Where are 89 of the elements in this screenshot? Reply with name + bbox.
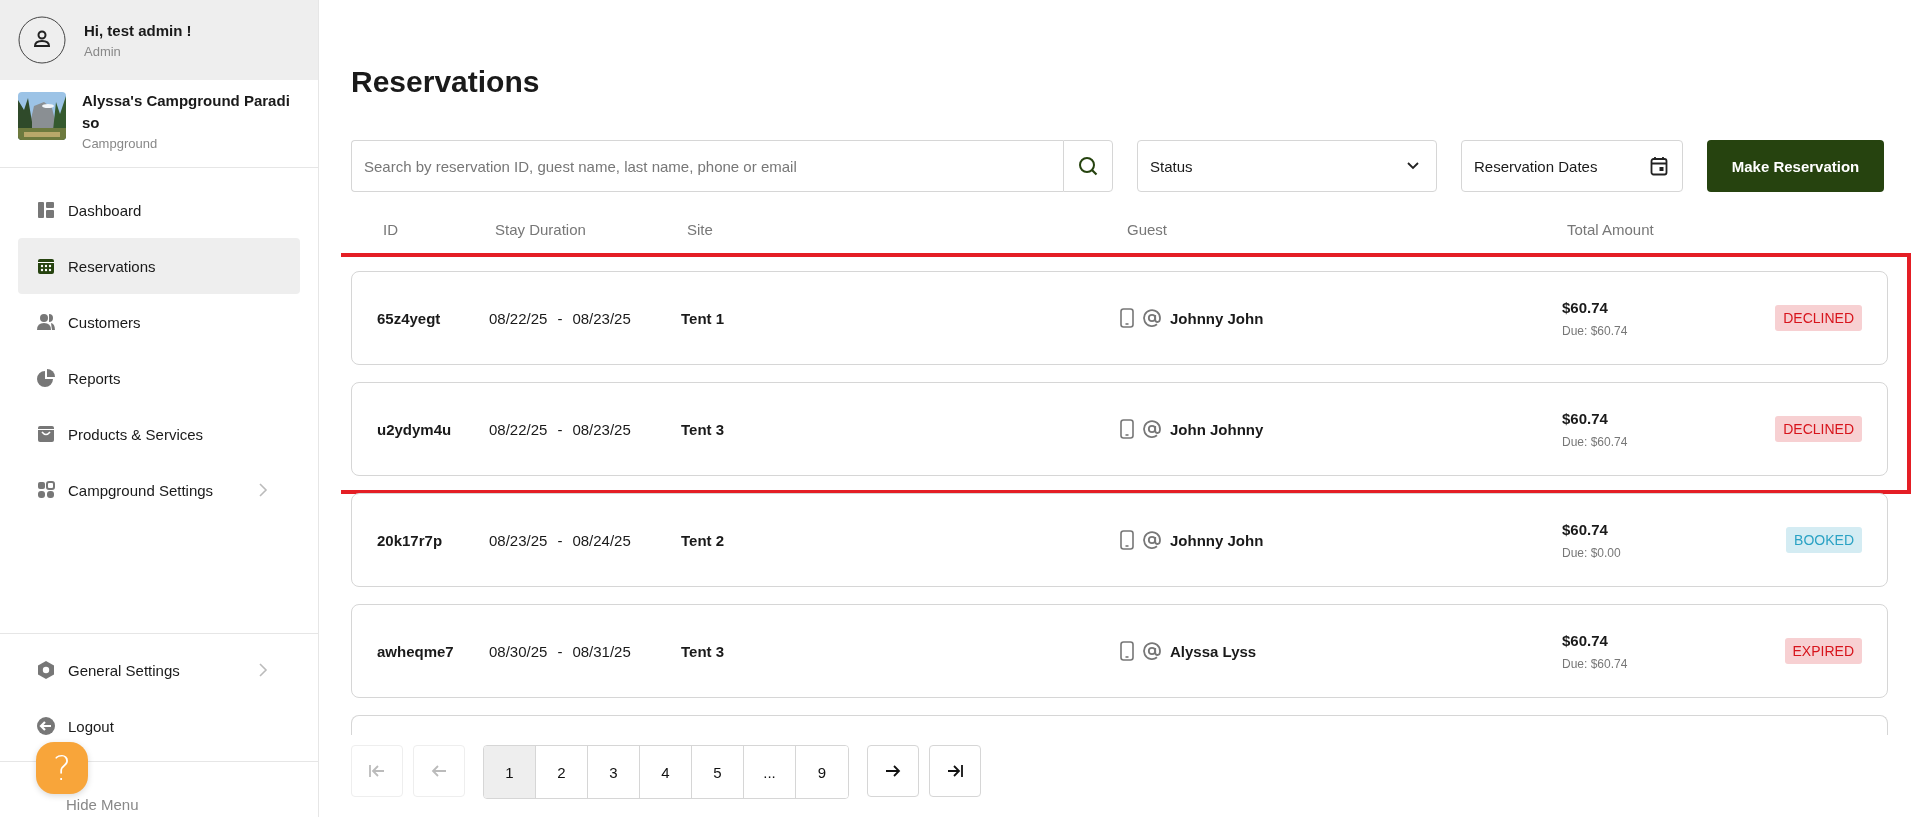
nav-item[interactable]: General Settings	[18, 642, 300, 698]
end-date: 08/23/25	[572, 309, 631, 327]
reservation-id: awheqme7	[377, 642, 454, 660]
start-date: 08/30/25	[489, 642, 548, 660]
amount-due: Due: $60.74	[1562, 434, 1628, 449]
start-date: 08/23/25	[489, 531, 548, 549]
dashboard-icon	[36, 200, 56, 220]
start-date: 08/22/25	[489, 309, 548, 327]
calendar-icon	[36, 256, 56, 276]
date-picker[interactable]: Reservation Dates	[1461, 140, 1683, 192]
site-name: Tent 3	[681, 642, 725, 660]
user-greeting: Hi, test admin !	[84, 21, 192, 39]
column-header: Stay Duration	[495, 221, 586, 238]
email-icon[interactable]	[1142, 308, 1162, 328]
status-badge: EXPIRED	[1784, 638, 1862, 664]
amount-due: Due: $0.00	[1562, 545, 1621, 560]
campground-type: Campground	[82, 136, 159, 151]
user-role: Admin	[84, 43, 122, 59]
date-separator: -	[557, 420, 563, 438]
last-page-button[interactable]	[929, 745, 981, 797]
column-header: Site	[687, 221, 713, 238]
phone-icon[interactable]	[1120, 530, 1134, 550]
avatar-icon[interactable]	[18, 16, 66, 64]
nav-item[interactable]: Campground Settings	[18, 462, 300, 518]
amount-due: Due: $60.74	[1562, 656, 1628, 671]
column-header: Total Amount	[1567, 221, 1654, 238]
amount-due: Due: $60.74	[1562, 323, 1628, 338]
calendar-icon	[1650, 156, 1668, 176]
last-page-icon	[946, 764, 964, 778]
phone-icon[interactable]	[1120, 641, 1134, 661]
hide-menu-link[interactable]: Hide Menu	[66, 796, 139, 813]
make-reservation-button[interactable]: Make Reservation	[1707, 140, 1884, 192]
nav-item[interactable]: Products & Services	[18, 406, 300, 462]
date-separator: -	[557, 642, 563, 660]
start-date: 08/22/25	[489, 420, 548, 438]
phone-icon[interactable]	[1120, 419, 1134, 439]
reservation-card[interactable]: u2ydym4u 08/22/25 - 08/23/25 Tent 3 John Johnny $60.74 Due: $60.74 DECLINED	[351, 382, 1888, 476]
reservation-card[interactable]: 65z4yegt 08/22/25 - 08/23/25 Tent 1 Johnny John $60.74 Due: $60.74 DECLINED	[351, 271, 1888, 365]
campground-name: Alyssa's Campground Paradiso	[82, 91, 291, 133]
date-separator: -	[557, 531, 563, 549]
total-amount: $60.74	[1562, 298, 1609, 316]
nav-item[interactable]: Dashboard	[18, 182, 300, 238]
end-date: 08/23/25	[572, 420, 631, 438]
page-button[interactable]: 1	[484, 746, 536, 798]
arrow-right-icon	[884, 764, 902, 778]
phone-icon[interactable]	[1120, 308, 1134, 328]
guest-name: Johnny John	[1170, 531, 1264, 549]
chevron-down-icon	[1406, 161, 1420, 171]
status-badge: DECLINED	[1775, 416, 1862, 442]
email-icon[interactable]	[1142, 530, 1162, 550]
site-name: Tent 3	[681, 420, 725, 438]
pie-icon	[36, 368, 56, 388]
reservation-card[interactable]: 20k17r7p 08/23/25 - 08/24/25 Tent 2 Johnny John $60.74 Due: $0.00 BOOKED	[351, 493, 1888, 587]
total-amount: $60.74	[1562, 631, 1609, 649]
total-amount: $60.74	[1562, 409, 1609, 427]
email-icon[interactable]	[1142, 641, 1162, 661]
status-dropdown[interactable]: Status	[1137, 140, 1437, 192]
search-button[interactable]	[1063, 140, 1113, 192]
page-title: Reservations	[351, 64, 541, 100]
people-icon	[36, 312, 56, 332]
total-amount: $60.74	[1562, 520, 1609, 538]
first-page-icon	[368, 764, 386, 778]
reservation-id: 65z4yegt	[377, 309, 441, 327]
nav-item[interactable]: Customers	[18, 294, 300, 350]
reservation-card[interactable]: awheqme7 08/30/25 - 08/31/25 Tent 3 Alyssa Lyss $60.74 Due: $60.74 EXPIRED	[351, 604, 1888, 698]
guest-name: Alyssa Lyss	[1170, 642, 1257, 660]
guest-name: Johnny John	[1170, 309, 1264, 327]
guest-name: John Johnny	[1170, 420, 1264, 438]
reservation-id: 20k17r7p	[377, 531, 443, 549]
column-header: ID	[383, 221, 398, 238]
end-date: 08/24/25	[572, 531, 631, 549]
status-badge: BOOKED	[1786, 527, 1862, 553]
column-header: Guest	[1127, 221, 1168, 238]
arrow-left-icon	[430, 764, 448, 778]
nav-item[interactable]: Reports	[18, 350, 300, 406]
grid-icon	[36, 480, 56, 500]
logout-icon	[36, 716, 56, 736]
end-date: 08/31/25	[572, 642, 631, 660]
search-icon	[1078, 156, 1098, 176]
search-field[interactable]: Search by reservation ID, guest name, last name, phone or email	[351, 140, 1063, 192]
site-name: Tent 2	[681, 531, 725, 549]
hexagon-icon	[36, 660, 56, 680]
status-badge: DECLINED	[1775, 305, 1862, 331]
date-separator: -	[557, 309, 563, 327]
bag-icon	[36, 424, 56, 444]
nav-item[interactable]: Reservations	[18, 238, 300, 294]
site-name: Tent 1	[681, 309, 725, 327]
email-icon[interactable]	[1142, 419, 1162, 439]
reservation-id: u2ydym4u	[377, 420, 452, 438]
